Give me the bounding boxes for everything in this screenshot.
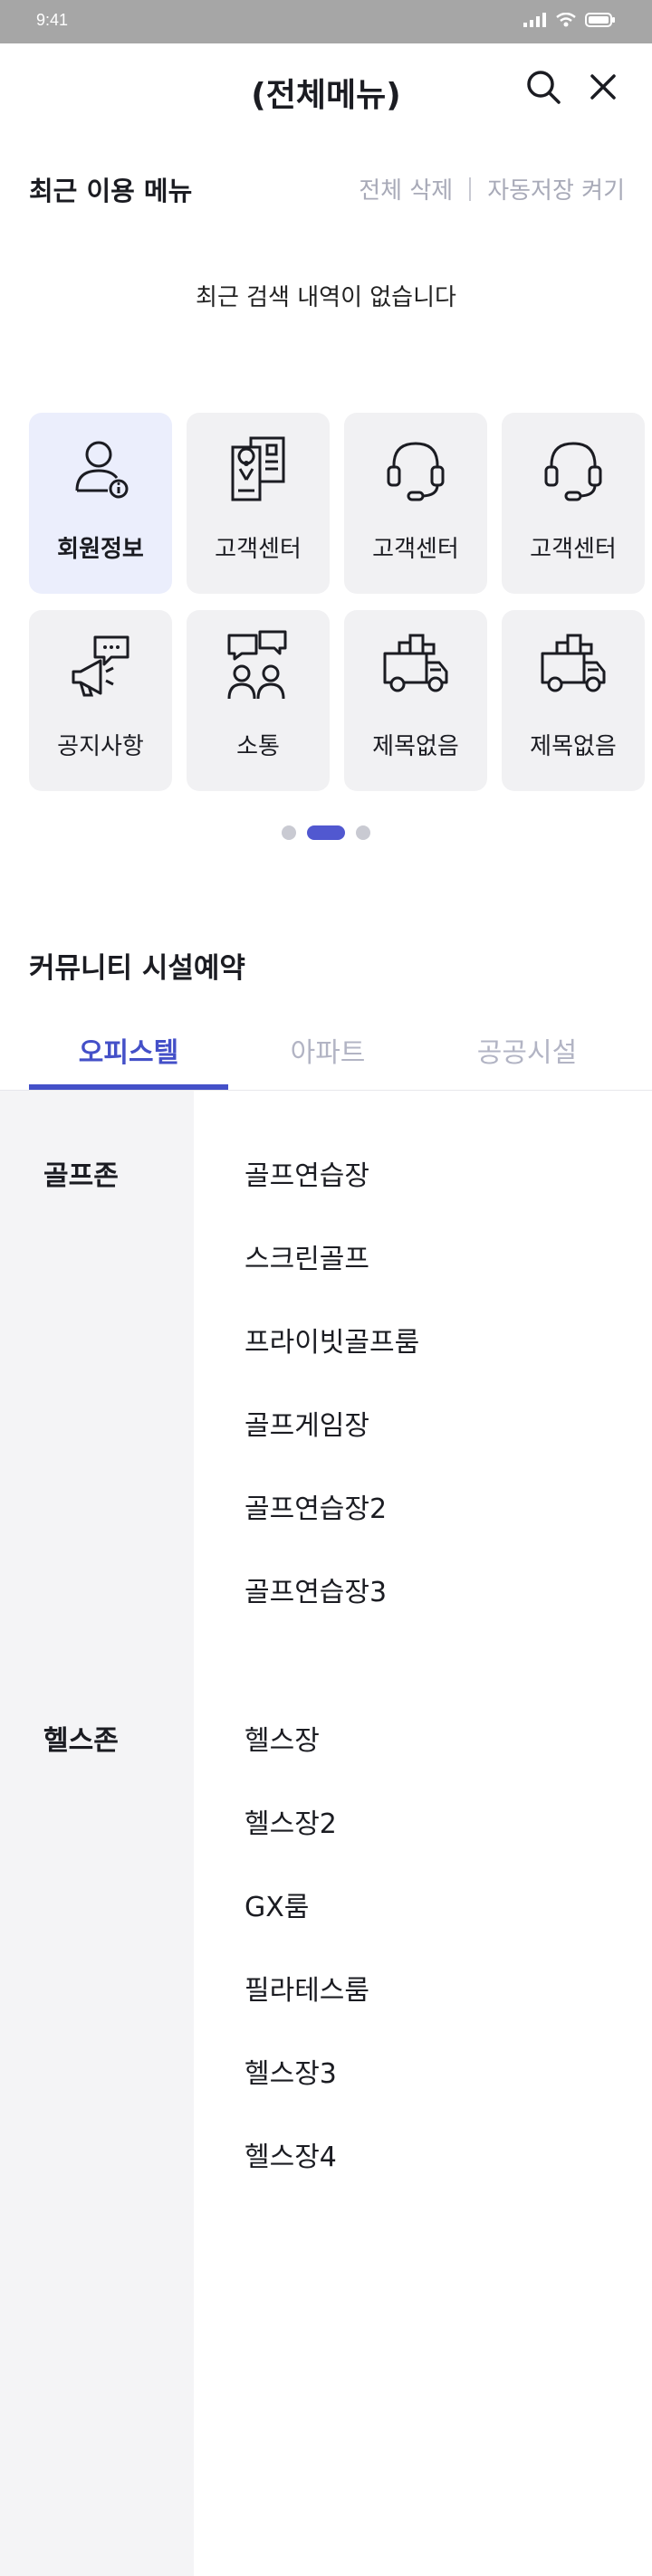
recent-empty-message: 최근 검색 내역이 없습니다: [196, 284, 456, 311]
tile-label: 고객센터: [372, 536, 459, 563]
delete-all-button[interactable]: 전체 삭제: [359, 172, 453, 205]
headset-icon: [544, 442, 602, 501]
menu-tile-notice[interactable]: 공지사항: [29, 610, 172, 791]
facility-item[interactable]: 필라테스룸: [244, 1968, 369, 2008]
recent-actions: 전체 삭제 자동저장 켜기: [359, 172, 625, 205]
delivery-truck-icon: [383, 634, 448, 692]
category-golf-zone[interactable]: 골프존: [43, 1153, 119, 1193]
status-time: 9:41: [36, 11, 69, 29]
tab-apartment[interactable]: 아파트: [228, 1017, 427, 1090]
page-dot-active[interactable]: [307, 825, 345, 840]
community-title: 커뮤니티 시설예약: [29, 952, 245, 985]
close-icon: [590, 74, 616, 100]
facility-item[interactable]: 헬스장2: [244, 1801, 337, 1841]
recent-menu-title: 최근 이용 메뉴: [29, 176, 193, 206]
headset-icon: [387, 442, 445, 501]
menu-tile-customer-center[interactable]: 고객센터: [187, 413, 330, 594]
status-icons: [523, 13, 616, 27]
facility-item[interactable]: 헬스장3: [244, 2051, 337, 2091]
menu-tile-customer-center[interactable]: 고객센터: [344, 413, 487, 594]
header: (전체메뉴): [0, 43, 652, 134]
member-info-icon: [75, 441, 129, 499]
menu-tile-member-info[interactable]: 회원정보: [29, 413, 172, 594]
autosave-toggle[interactable]: 자동저장 켜기: [487, 172, 625, 205]
facility-item[interactable]: 골프연습장: [244, 1153, 369, 1193]
facility-tabs: 오피스텔 아파트 공공시설: [29, 1017, 627, 1090]
delivery-truck-icon: [541, 634, 606, 692]
search-button[interactable]: [523, 67, 563, 107]
page-dot[interactable]: [356, 825, 370, 840]
tile-label: 소통: [236, 733, 280, 760]
facility-item[interactable]: 골프연습장3: [244, 1569, 387, 1609]
facility-item[interactable]: 헬스장: [244, 1718, 320, 1758]
category-health-zone[interactable]: 헬스존: [43, 1718, 119, 1758]
tile-label: 제목없음: [530, 733, 617, 760]
tile-label: 고객센터: [215, 536, 302, 563]
menu-grid: 회원정보 고객센터 고객센터 고객센터 공지사항 소통 제목없음 제목없음: [29, 413, 645, 791]
menu-tile-untitled[interactable]: 제목없음: [502, 610, 645, 791]
tab-officetel[interactable]: 오피스텔: [29, 1017, 228, 1090]
facility-item[interactable]: 스크린골프: [244, 1236, 369, 1276]
menu-tile-communication[interactable]: 소통: [187, 610, 330, 791]
megaphone-chat-icon: [72, 635, 129, 697]
battery-icon: [585, 13, 615, 27]
menu-tile-untitled[interactable]: 제목없음: [344, 610, 487, 791]
status-bar: 9:41: [0, 0, 652, 43]
search-icon: [527, 71, 561, 104]
close-button[interactable]: [583, 67, 623, 107]
page-dot[interactable]: [282, 825, 296, 840]
category-sidebar: [0, 1091, 194, 2576]
signal-icon: [523, 13, 546, 27]
facility-item[interactable]: 헬스장4: [244, 2134, 337, 2174]
tile-label: 회원정보: [57, 536, 144, 563]
divider: [469, 177, 472, 201]
document-map-icon: [231, 436, 285, 501]
facility-item[interactable]: 골프연습장2: [244, 1486, 387, 1526]
facility-item[interactable]: 프라이빗골프룸: [244, 1320, 419, 1360]
facility-item[interactable]: 골프게임장: [244, 1403, 369, 1443]
facility-item[interactable]: GX룸: [244, 1884, 309, 1924]
tab-public-facility[interactable]: 공공시설: [427, 1017, 627, 1090]
wifi-icon: [556, 13, 576, 27]
people-chat-icon: [227, 630, 287, 700]
tile-label: 공지사항: [57, 733, 144, 760]
menu-tile-customer-center[interactable]: 고객센터: [502, 413, 645, 594]
tile-label: 제목없음: [372, 733, 459, 760]
tile-label: 고객센터: [530, 536, 617, 563]
page-indicator: [0, 825, 652, 840]
